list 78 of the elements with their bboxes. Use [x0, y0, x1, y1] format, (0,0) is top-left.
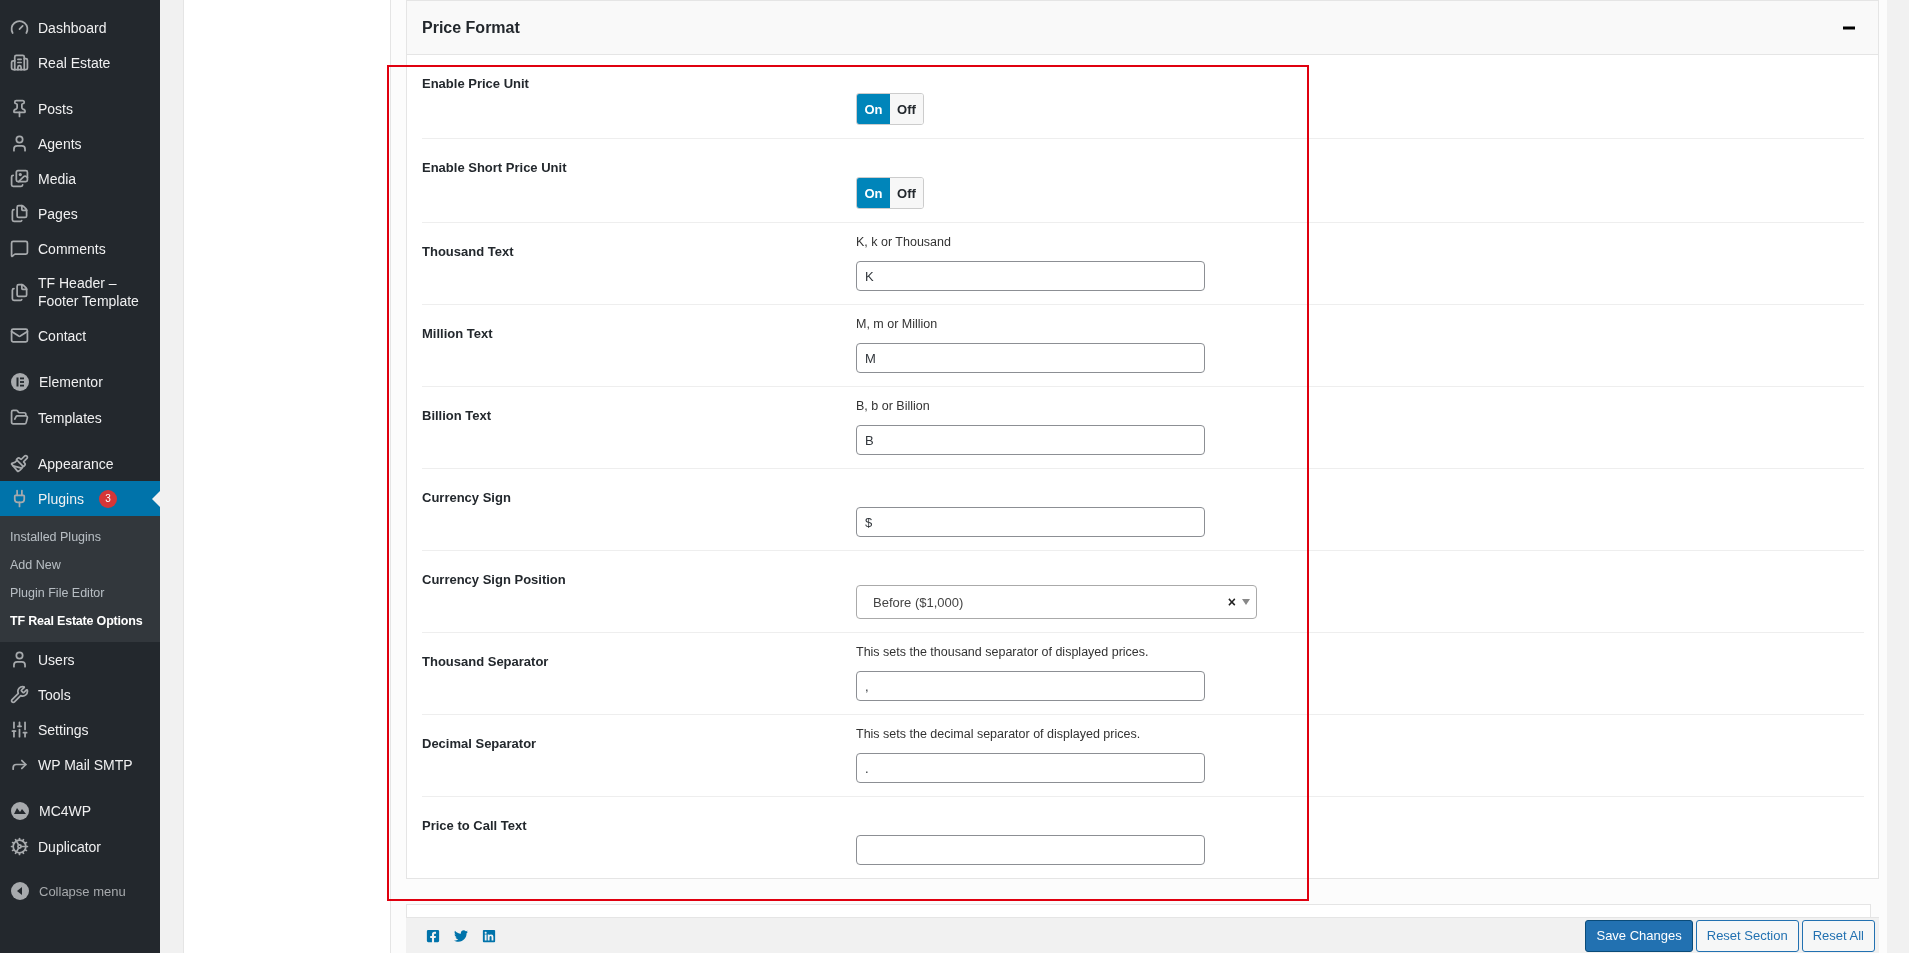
field-label: Price to Call Text: [422, 818, 527, 833]
field-description: K, k or Thousand: [856, 235, 951, 249]
field-label: Million Text: [422, 326, 493, 341]
collapse-icon[interactable]: [10, 881, 30, 901]
wrench-icon: [10, 685, 29, 704]
reset-button[interactable]: Reset Section: [1695, 919, 1799, 952]
folder-icon: [10, 408, 29, 427]
sidebar-item[interactable]: Pages: [0, 196, 160, 231]
person-icon: [10, 134, 29, 153]
text-field[interactable]: [856, 835, 1205, 865]
field-description: M, m or Million: [856, 317, 938, 331]
text-field[interactable]: M: [856, 343, 1205, 373]
pages-icon: [10, 282, 29, 302]
sliders-icon: [10, 720, 29, 739]
submenu-item[interactable]: Installed Plugins: [0, 523, 160, 551]
sidebar-item[interactable]: Media: [0, 161, 160, 196]
section-title: Price Format: [422, 18, 520, 37]
sidebar-item[interactable]: Users: [0, 642, 160, 677]
field-description: This sets the thousand separator of displayed prices.: [856, 645, 1149, 659]
pages-icon: [10, 204, 29, 223]
speech-bubble-icon: [10, 239, 29, 258]
sidebar-item[interactable]: Contact: [0, 318, 160, 353]
submenu-item[interactable]: Plugin File Editor: [0, 579, 160, 607]
text-field[interactable]: K: [856, 261, 1205, 291]
field-label: Decimal Separator: [422, 736, 537, 751]
field-label: Currency Sign: [422, 490, 511, 505]
select-field[interactable]: Before ($1,000) ×: [856, 585, 1257, 619]
field-label: Currency Sign Position: [422, 572, 566, 587]
field-label: Billion Text: [422, 408, 492, 423]
sidebar-item[interactable]: Appearance: [0, 446, 160, 481]
text-field[interactable]: $: [856, 507, 1205, 537]
facebook-icon[interactable]: [426, 928, 440, 943]
sidebar-item[interactable]: Duplicator: [0, 829, 160, 864]
gauge-icon: [10, 18, 29, 37]
on-button[interactable]: On: [857, 178, 890, 208]
sidebar-item[interactable]: MC4WP: [0, 793, 160, 829]
off-button[interactable]: Off: [890, 178, 923, 208]
sidebar-item[interactable]: Templates: [0, 400, 160, 435]
field-label: Thousand Separator: [422, 654, 549, 669]
text-field[interactable]: B: [856, 425, 1205, 455]
sidebar-item[interactable]: Plugins 3: [0, 481, 160, 516]
submenu-item[interactable]: Add New: [0, 551, 160, 579]
sidebar-item[interactable]: Agents: [0, 126, 160, 161]
field-label: Enable Short Price Unit: [422, 160, 567, 175]
linkedin-icon[interactable]: [482, 928, 496, 943]
clear-button[interactable]: ×: [1227, 594, 1236, 610]
reset-button[interactable]: Reset All: [1801, 919, 1875, 952]
sidebar-item[interactable]: Tools: [0, 677, 160, 712]
sidebar-item[interactable]: Settings: [0, 712, 160, 747]
save-button[interactable]: Save Changes: [1585, 919, 1693, 952]
sidebar-item[interactable]: TF Header – Footer Template: [0, 266, 160, 318]
field-label: Thousand Text: [422, 244, 514, 259]
person-icon: [10, 650, 29, 669]
collapse-menu-button[interactable]: Collapse menu: [0, 875, 160, 907]
field-description: This sets the decimal separator of displayed prices.: [856, 727, 1141, 741]
field-description: B, b or Billion: [856, 399, 930, 413]
caret-icon: [1242, 599, 1250, 605]
text-field[interactable]: ,: [856, 671, 1205, 701]
sidebar-item[interactable]: WP Mail SMTP: [0, 747, 160, 782]
media-icon: [10, 169, 29, 188]
sidebar-item[interactable]: Real Estate: [0, 45, 160, 80]
paintbrush-icon: [10, 454, 29, 473]
text-field[interactable]: .: [856, 753, 1205, 783]
sidebar-item[interactable]: Elementor: [0, 364, 160, 400]
sidebar-item[interactable]: Dashboard: [0, 10, 160, 45]
gear-icon: [10, 837, 29, 856]
off-button[interactable]: Off: [890, 94, 923, 124]
on-button[interactable]: On: [857, 94, 890, 124]
submenu-item[interactable]: TF Real Estate Options: [0, 607, 160, 635]
twitter-icon[interactable]: [454, 928, 468, 943]
envelope-icon: [10, 326, 29, 345]
sidebar-item[interactable]: Posts: [0, 91, 160, 126]
building-icon: [10, 53, 29, 72]
field-label: Enable Price Unit: [422, 76, 529, 91]
mountain-logo-icon: [10, 801, 30, 821]
pushpin-icon: [10, 99, 29, 118]
count-badge: 3: [98, 489, 117, 508]
sidebar-item[interactable]: Comments: [0, 231, 160, 266]
